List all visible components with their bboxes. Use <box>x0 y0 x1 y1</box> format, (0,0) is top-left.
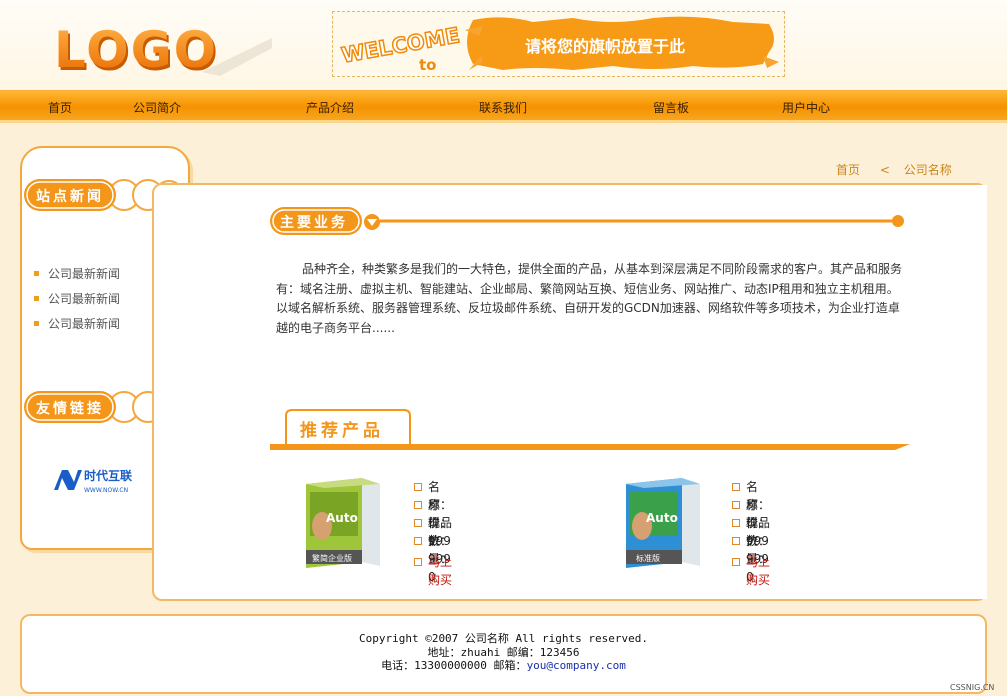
business-intro: 品种齐全，种类繁多是我们的一大特色，提供全面的产品，从基本到深层满足不同阶段需求… <box>276 262 903 335</box>
main-nav: 首页 公司简介 产品介绍 联系我们 留言板 用户中心 <box>0 90 1007 123</box>
svg-text:推荐产品: 推荐产品 <box>300 420 384 441</box>
square-bullet-icon <box>732 501 740 509</box>
svg-text:主要业务: 主要业务 <box>280 214 348 231</box>
product-image[interactable]: Auto 繁简企业版 <box>300 476 382 572</box>
bullet-icon <box>34 271 39 276</box>
square-bullet-icon <box>414 519 422 527</box>
svg-text:标准版: 标准版 <box>636 553 660 563</box>
product-current-price: 现价：999 <box>414 514 452 566</box>
square-bullet-icon <box>732 558 740 566</box>
site-header: LOGO LOGO WELCOME to 请将您的旗帜放置于此 <box>0 0 1007 90</box>
product-quantity: 数量：0 <box>732 532 770 584</box>
svg-text:站点新闻: 站点新闻 <box>36 188 104 205</box>
buy-now-link[interactable]: 马上购买 <box>414 553 452 587</box>
news-list: 公司最新新闻 公司最新新闻 公司最新新闻 <box>32 264 120 339</box>
product-quantity: 数量：0 <box>414 532 452 584</box>
svg-text:Auto: Auto <box>326 511 358 525</box>
product-image[interactable]: Auto 标准版 <box>620 476 702 572</box>
nav-item-user-center[interactable]: 用户中心 <box>782 99 830 116</box>
breadcrumb-separator: < <box>879 163 890 177</box>
square-bullet-icon <box>414 501 422 509</box>
footer-contact: 电话：13300000000 邮箱：you@company.com <box>381 659 626 672</box>
partner-logo-link[interactable]: 时代互联 WWW.NOW.CN <box>52 464 152 496</box>
svg-text:WWW.NOW.CN: WWW.NOW.CN <box>84 487 128 494</box>
svg-text:to: to <box>419 56 436 74</box>
banner-art: WELCOME to 请将您的旗帜放置于此 <box>339 16 779 74</box>
nav-item-about[interactable]: 公司简介 <box>133 99 181 116</box>
breadcrumb-home[interactable]: 首页 <box>836 163 860 177</box>
footer-address: 地址：zhuahi 邮编：123456 <box>427 645 580 659</box>
svg-text:时代互联: 时代互联 <box>84 468 132 483</box>
product-specs: 名称：样品1 原价：999 现价：999 数量：0 马上购买 <box>414 478 452 587</box>
list-item[interactable]: 公司最新新闻 <box>32 314 120 339</box>
product-specs: 名称：样品 原价：999 现价：999 数量：0 马上购买 <box>732 478 770 587</box>
buy-now-link[interactable]: 马上购买 <box>732 553 770 587</box>
welcome-banner[interactable]: WELCOME to 请将您的旗帜放置于此 <box>332 11 785 77</box>
product-name: 名称：样品1 <box>414 478 452 548</box>
product-original-price: 原价：999 <box>732 496 770 548</box>
svg-text:LOGO: LOGO <box>54 24 218 79</box>
nav-item-guestbook[interactable]: 留言板 <box>653 99 689 116</box>
nav-item-products[interactable]: 产品介绍 <box>306 99 354 116</box>
svg-text:友情链接: 友情链接 <box>36 400 104 417</box>
footer-copyright: Copyright ©2007 公司名称 All rights reserved… <box>358 632 649 645</box>
svg-text:繁简企业版: 繁简企业版 <box>312 553 352 563</box>
square-bullet-icon <box>414 537 422 545</box>
list-item[interactable]: 公司最新新闻 <box>32 289 120 314</box>
business-section-title: 主要业务 <box>270 207 904 235</box>
nav-item-home[interactable]: 首页 <box>48 99 72 116</box>
site-footer: Copyright ©2007 公司名称 All rights reserved… <box>20 614 987 694</box>
product-original-price: 原价：999 <box>414 496 452 548</box>
svg-text:请将您的旗帜放置于此: 请将您的旗帜放置于此 <box>525 37 685 56</box>
bullet-icon <box>34 321 39 326</box>
site-logo[interactable]: LOGO LOGO <box>52 24 272 80</box>
square-bullet-icon <box>732 537 740 545</box>
bullet-icon <box>34 296 39 301</box>
footer-email-link[interactable]: you@company.com <box>527 659 626 672</box>
recommend-section-title: 推荐产品 <box>270 409 910 450</box>
square-bullet-icon <box>414 558 422 566</box>
main-panel <box>152 183 987 601</box>
watermark: CSSNIG.CN <box>950 683 995 692</box>
square-bullet-icon <box>414 483 422 491</box>
square-bullet-icon <box>732 483 740 491</box>
breadcrumb-current: 公司名称 <box>903 163 952 177</box>
product-name: 名称：样品 <box>732 478 770 530</box>
breadcrumb: 首页 < 公司名称 <box>836 161 958 178</box>
svg-text:Auto: Auto <box>646 511 678 525</box>
square-bullet-icon <box>732 519 740 527</box>
svg-text:WELCOME: WELCOME <box>340 23 462 67</box>
nav-item-contact[interactable]: 联系我们 <box>479 99 527 116</box>
product-current-price: 现价：999 <box>732 514 770 566</box>
list-item[interactable]: 公司最新新闻 <box>32 264 120 289</box>
